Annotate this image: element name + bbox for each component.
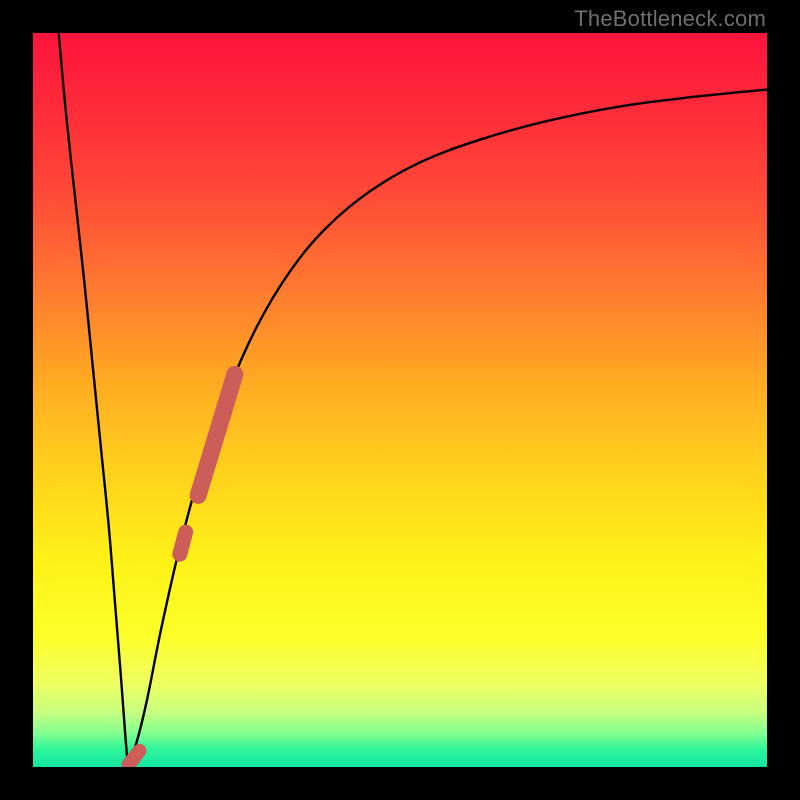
chart-frame: TheBottleneck.com: [0, 0, 800, 800]
highlight-mid-dot: [180, 532, 186, 554]
gradient-background: [33, 33, 767, 767]
watermark-text: TheBottleneck.com: [574, 6, 766, 32]
plot-svg: [33, 33, 767, 767]
highlight-lower-dot: [128, 751, 139, 765]
plot-area: [33, 33, 767, 767]
